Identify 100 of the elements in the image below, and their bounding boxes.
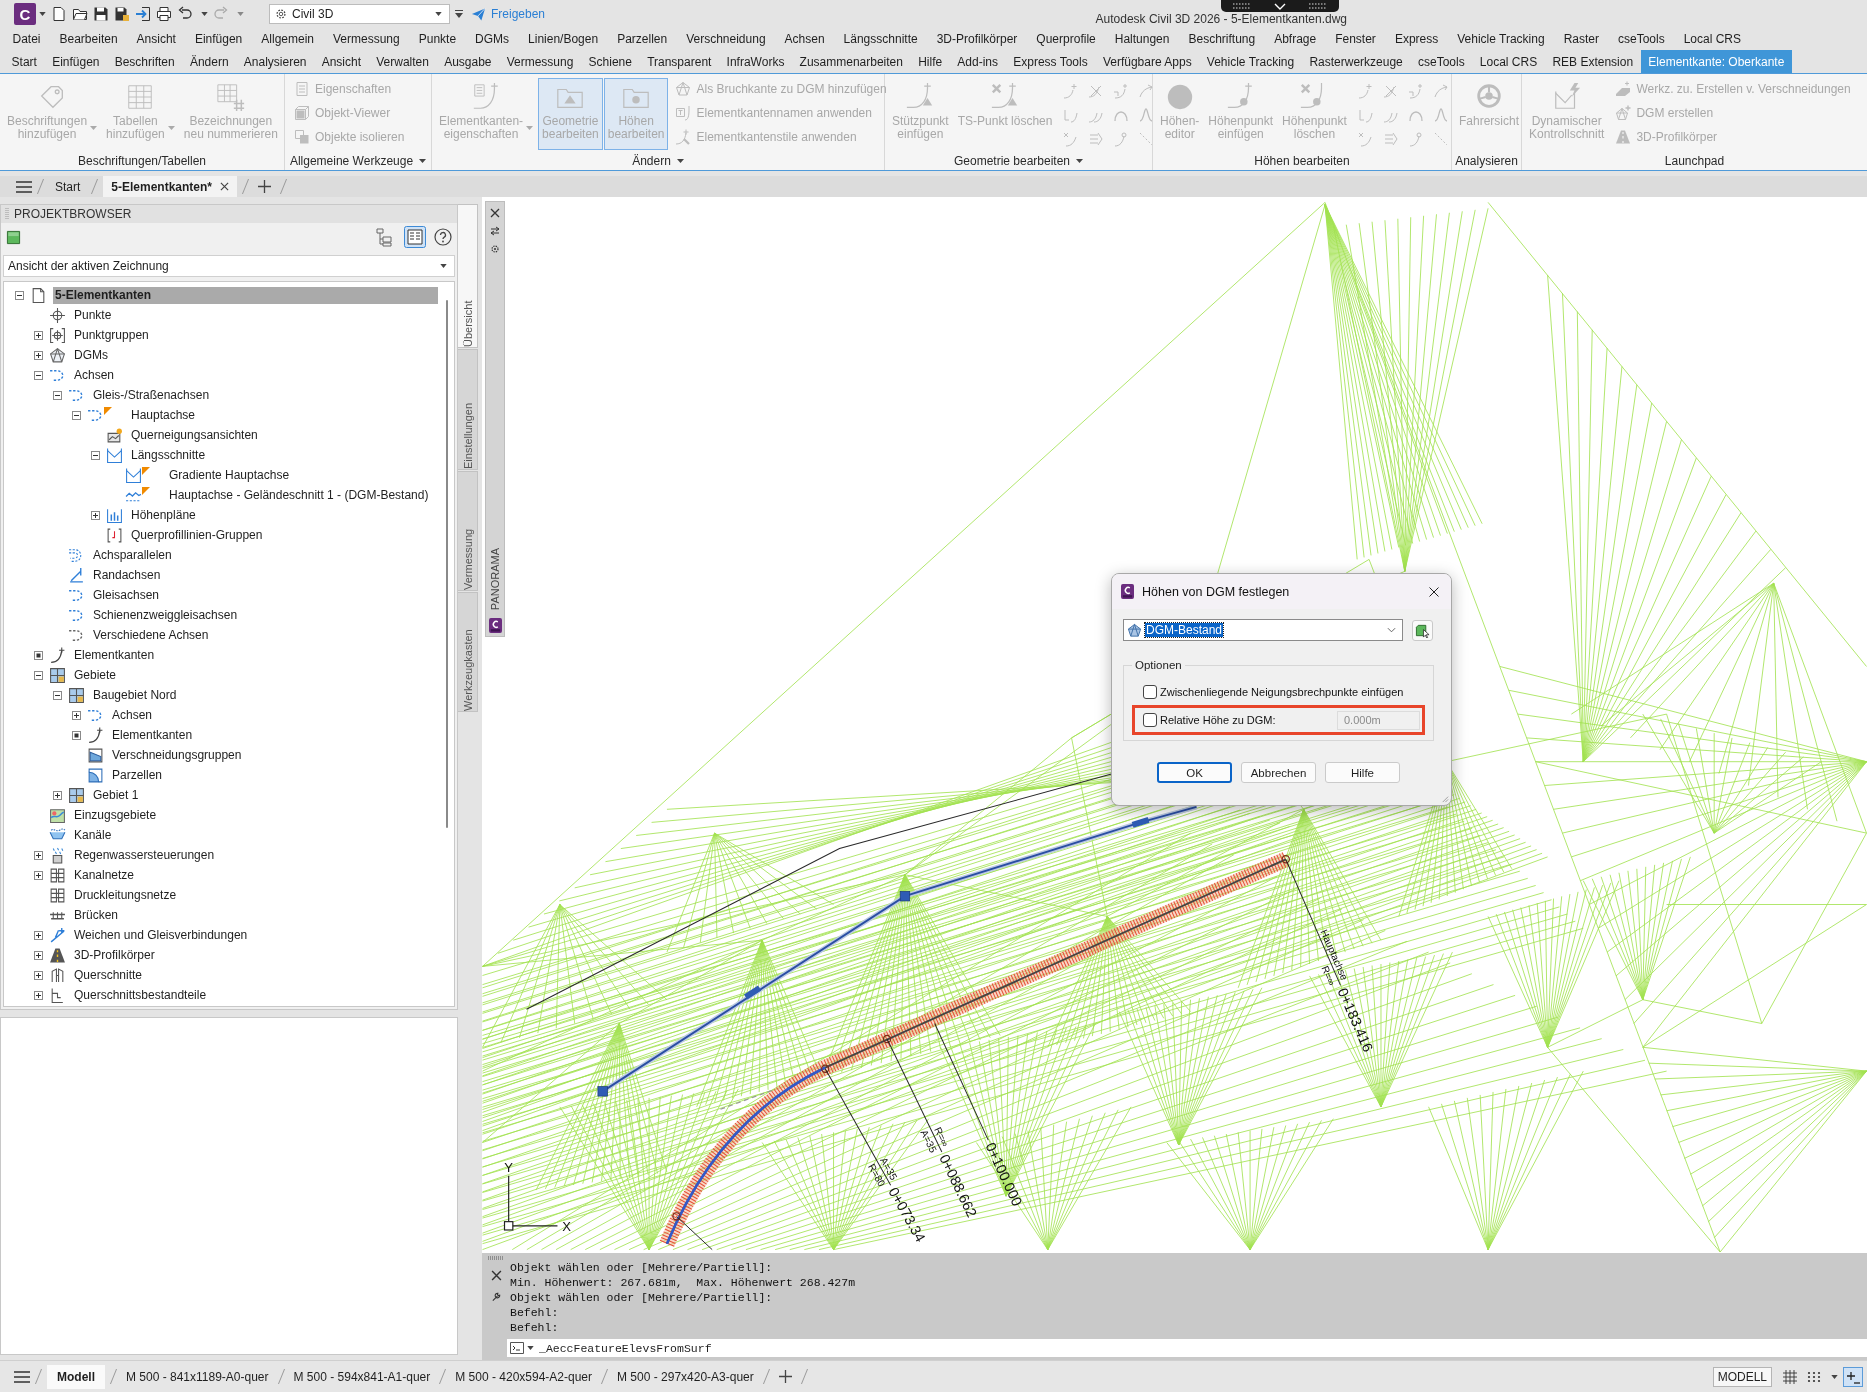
grip-handle[interactable]	[899, 891, 911, 902]
model-space-button[interactable]: MODELL	[1712, 1366, 1772, 1387]
minus-box-icon[interactable]	[14, 290, 24, 300]
dialog-button[interactable]: Abbrechen	[1241, 762, 1316, 783]
tree-item[interactable]: Kanäle	[72, 826, 115, 844]
tree-item[interactable]: Verschiedene Achsen	[91, 626, 212, 644]
plus-box-icon[interactable]	[33, 970, 43, 980]
tree-item[interactable]: Randachsen	[91, 566, 164, 584]
checkbox[interactable]	[1143, 685, 1157, 699]
checkbox-label[interactable]: Zwischenliegende Neigungsbrechpunkte einfügen	[1160, 686, 1404, 698]
menu-item[interactable]: Linien/Bogen	[518, 30, 608, 48]
tree-item[interactable]: Druckleitungsnetze	[72, 886, 180, 904]
minus-box-icon[interactable]	[33, 370, 43, 380]
ribbon-tab[interactable]: Verwalten	[368, 50, 437, 73]
panel-title[interactable]: Ändern	[632, 154, 671, 168]
minus-box-icon[interactable]	[33, 670, 43, 680]
pick-button[interactable]	[1412, 619, 1433, 641]
layout-tab[interactable]: M 500 - 297x420-A3-quer	[613, 1364, 758, 1389]
close-icon[interactable]	[220, 182, 230, 191]
plus-box-icon[interactable]	[33, 930, 43, 940]
minus-box-icon[interactable]	[52, 390, 62, 400]
plus-box-icon[interactable]	[33, 950, 43, 960]
tree-item[interactable]: Gradiente Hauptachse	[167, 466, 293, 484]
menu-item[interactable]: Haltungen	[1105, 30, 1179, 48]
menu-item[interactable]: Ansicht	[127, 30, 186, 48]
ribbon-tab[interactable]: Hilfe	[910, 50, 950, 73]
tree-item[interactable]: Gebiete	[72, 666, 120, 684]
ribbon-tab[interactable]: Einfügen	[44, 50, 108, 73]
dialog-button[interactable]: Hilfe	[1325, 762, 1400, 783]
cube-icon[interactable]	[6, 229, 21, 245]
view-dropdown[interactable]: Ansicht der aktiven Zeichnung	[3, 255, 455, 277]
checkbox-label[interactable]: Relative Höhe zu DGM:	[1160, 714, 1276, 726]
tree-item[interactable]: Punkte	[72, 306, 115, 324]
plus-box-icon[interactable]	[71, 710, 81, 720]
plus-icon[interactable]	[258, 180, 272, 193]
menu-item[interactable]: Achsen	[775, 30, 835, 48]
grip-handle[interactable]	[597, 1086, 608, 1097]
save-as-icon[interactable]	[114, 6, 130, 22]
tree-item[interactable]: Querneigungsansichten	[129, 426, 261, 444]
menu-item[interactable]: Längsschnitte	[834, 30, 928, 48]
ribbon-tab[interactable]: Vermessung	[499, 50, 581, 73]
menu-item[interactable]: Punkte	[409, 30, 466, 48]
menu-item[interactable]: 3D-Profilkörper	[927, 30, 1027, 48]
grip-handle[interactable]	[1131, 817, 1150, 828]
print-icon[interactable]	[156, 6, 172, 22]
ribbon-tab[interactable]: InfraWorks	[719, 50, 792, 73]
ribbon-tab[interactable]: Ausgabe	[436, 50, 500, 73]
panel-title[interactable]: Allgemeine Werkzeuge	[289, 154, 414, 168]
menu-item[interactable]: Abfrage	[1264, 30, 1326, 48]
grip-icon[interactable]	[5, 208, 9, 220]
menu-item[interactable]: Beschriftung	[1178, 30, 1265, 48]
tree-item[interactable]: Punktgruppen	[72, 326, 152, 344]
ribbon-tab[interactable]: Beschriften	[107, 50, 183, 73]
layout-tab[interactable]: M 500 - 594x841-A1-quer	[289, 1364, 435, 1389]
tree-item[interactable]: Querschnitte	[72, 966, 146, 984]
dot-box-icon[interactable]	[33, 650, 43, 660]
plus-box-icon[interactable]	[33, 850, 43, 860]
caret-icon[interactable]	[419, 159, 427, 163]
tree-item[interactable]: Kanalnetze	[72, 866, 138, 884]
ribbon-tab[interactable]: Transparent	[639, 50, 719, 73]
layout-tab[interactable]: M 500 - 841x1189-A0-quer	[122, 1364, 273, 1389]
help-icon[interactable]	[434, 228, 452, 246]
tree-item[interactable]: Gleisachsen	[91, 586, 163, 604]
menu-icon[interactable]	[14, 1370, 30, 1383]
plus-box-icon[interactable]	[33, 330, 43, 340]
menu-item[interactable]: Vehicle Tracking	[1447, 30, 1555, 48]
file-tab[interactable]: Start	[49, 176, 87, 197]
surface-dropdown[interactable]: DGM-Bestand	[1123, 619, 1403, 641]
menu-item[interactable]: DGMs	[465, 30, 519, 48]
panel-list-icon[interactable]	[404, 226, 426, 248]
menu-item[interactable]: Querprofile	[1026, 30, 1106, 48]
tree-item[interactable]: Weichen und Gleisverbindungen	[72, 926, 251, 944]
ribbon-tab[interactable]: Vehicle Tracking	[1199, 50, 1302, 73]
tree-item[interactable]: Achsen	[110, 706, 156, 724]
close-icon[interactable]	[490, 208, 500, 218]
tree-item[interactable]: Hauptachse	[129, 406, 199, 424]
menu-item[interactable]: Allgemein	[251, 30, 324, 48]
tree-item[interactable]: Höhenpläne	[129, 506, 199, 524]
tree-item[interactable]: Achsen	[72, 366, 118, 384]
undo-icon[interactable]	[177, 6, 193, 22]
wrench-icon[interactable]	[490, 1291, 502, 1302]
plus-icon[interactable]	[778, 1370, 792, 1383]
resize-grip-icon[interactable]	[1440, 794, 1449, 803]
tree-item[interactable]: Elementkanten	[72, 646, 158, 664]
plus-box-icon[interactable]	[52, 790, 62, 800]
side-tab[interactable]: Vermessung	[458, 471, 478, 591]
menu-item[interactable]: Local CRS	[1674, 30, 1751, 48]
menu-item[interactable]: Parzellen	[607, 30, 677, 48]
ribbon-tab[interactable]: Ansicht	[314, 50, 369, 73]
minus-box-icon[interactable]	[90, 450, 100, 460]
menu-item[interactable]: Raster	[1554, 30, 1609, 48]
terminal-icon[interactable]	[510, 1342, 524, 1354]
ribbon-tab[interactable]: Schiene	[581, 50, 640, 73]
tree-item[interactable]: Elementkanten	[110, 726, 196, 744]
caret-icon[interactable]	[1831, 1374, 1838, 1379]
new-file-icon[interactable]	[51, 6, 67, 22]
ribbon-tab[interactable]: cseTools	[1410, 50, 1473, 73]
ribbon-tab[interactable]: Local CRS	[1472, 50, 1545, 73]
ribbon-tab[interactable]: Add-ins	[949, 50, 1006, 73]
tree-item[interactable]: Brücken	[72, 906, 122, 924]
